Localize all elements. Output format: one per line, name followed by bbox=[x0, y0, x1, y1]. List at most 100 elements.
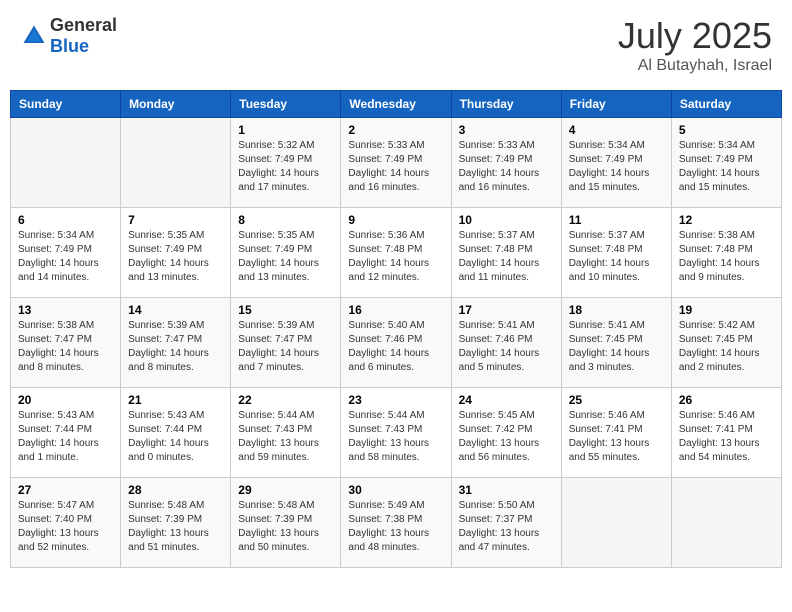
day-info: Sunrise: 5:42 AMSunset: 7:45 PMDaylight:… bbox=[679, 320, 760, 373]
weekday-header-wednesday: Wednesday bbox=[341, 91, 451, 118]
day-info: Sunrise: 5:39 AMSunset: 7:47 PMDaylight:… bbox=[128, 320, 209, 373]
day-info: Sunrise: 5:37 AMSunset: 7:48 PMDaylight:… bbox=[569, 230, 650, 283]
day-number: 16 bbox=[348, 303, 443, 317]
day-number: 26 bbox=[679, 393, 774, 407]
calendar-week-row: 20 Sunrise: 5:43 AMSunset: 7:44 PMDayligh… bbox=[11, 388, 782, 478]
weekday-header-monday: Monday bbox=[121, 91, 231, 118]
day-number: 4 bbox=[569, 123, 664, 137]
day-info: Sunrise: 5:33 AMSunset: 7:49 PMDaylight:… bbox=[348, 140, 429, 193]
calendar-cell: 18Sunrise: 5:41 AMSunset: 7:45 PMDayligh… bbox=[561, 298, 671, 388]
calendar-cell: 20 Sunrise: 5:43 AMSunset: 7:44 PMDayligh… bbox=[11, 388, 121, 478]
day-info: Sunrise: 5:49 AMSunset: 7:38 PMDaylight:… bbox=[348, 500, 429, 553]
day-info: Sunrise: 5:33 AMSunset: 7:49 PMDaylight:… bbox=[459, 140, 540, 193]
day-number: 19 bbox=[679, 303, 774, 317]
calendar-cell: 7 Sunrise: 5:35 AMSunset: 7:49 PMDaylight… bbox=[121, 208, 231, 298]
calendar-cell bbox=[671, 478, 781, 568]
calendar-cell: 17 Sunrise: 5:41 AMSunset: 7:46 PMDayligh… bbox=[451, 298, 561, 388]
day-number: 11 bbox=[569, 213, 664, 227]
calendar-table: SundayMondayTuesdayWednesdayThursdayFrid… bbox=[10, 90, 782, 568]
day-number: 29 bbox=[238, 483, 333, 497]
day-info: Sunrise: 5:34 AMSunset: 7:49 PMDaylight:… bbox=[18, 230, 99, 283]
day-info: Sunrise: 5:50 AMSunset: 7:37 PMDaylight:… bbox=[459, 500, 540, 553]
day-number: 1 bbox=[238, 123, 333, 137]
calendar-cell: 31 Sunrise: 5:50 AMSunset: 7:37 PMDayligh… bbox=[451, 478, 561, 568]
calendar-cell: 5Sunrise: 5:34 AMSunset: 7:49 PMDaylight… bbox=[671, 118, 781, 208]
day-number: 17 bbox=[459, 303, 554, 317]
calendar-week-row: 27 Sunrise: 5:47 AMSunset: 7:40 PMDayligh… bbox=[11, 478, 782, 568]
day-number: 3 bbox=[459, 123, 554, 137]
weekday-header-thursday: Thursday bbox=[451, 91, 561, 118]
day-number: 7 bbox=[128, 213, 223, 227]
day-info: Sunrise: 5:40 AMSunset: 7:46 PMDaylight:… bbox=[348, 320, 429, 373]
day-info: Sunrise: 5:34 AMSunset: 7:49 PMDaylight:… bbox=[569, 140, 650, 193]
calendar-cell: 21 Sunrise: 5:43 AMSunset: 7:44 PMDayligh… bbox=[121, 388, 231, 478]
day-info: Sunrise: 5:41 AMSunset: 7:46 PMDaylight:… bbox=[459, 320, 540, 373]
calendar-cell: 13 Sunrise: 5:38 AMSunset: 7:47 PMDayligh… bbox=[11, 298, 121, 388]
day-number: 21 bbox=[128, 393, 223, 407]
day-number: 2 bbox=[348, 123, 443, 137]
calendar-cell: 22Sunrise: 5:44 AMSunset: 7:43 PMDayligh… bbox=[231, 388, 341, 478]
day-number: 18 bbox=[569, 303, 664, 317]
day-info: Sunrise: 5:44 AMSunset: 7:43 PMDaylight:… bbox=[348, 410, 429, 463]
calendar-cell bbox=[11, 118, 121, 208]
calendar-cell bbox=[121, 118, 231, 208]
calendar-cell: 23 Sunrise: 5:44 AMSunset: 7:43 PMDayligh… bbox=[341, 388, 451, 478]
day-number: 6 bbox=[18, 213, 113, 227]
calendar-cell: 19 Sunrise: 5:42 AMSunset: 7:45 PMDayligh… bbox=[671, 298, 781, 388]
day-info: Sunrise: 5:35 AMSunset: 7:49 PMDaylight:… bbox=[238, 230, 319, 283]
day-info: Sunrise: 5:38 AMSunset: 7:47 PMDaylight:… bbox=[18, 320, 99, 373]
day-info: Sunrise: 5:43 AMSunset: 7:44 PMDaylight:… bbox=[18, 410, 99, 463]
day-info: Sunrise: 5:43 AMSunset: 7:44 PMDaylight:… bbox=[128, 410, 209, 463]
calendar-week-row: 13 Sunrise: 5:38 AMSunset: 7:47 PMDayligh… bbox=[11, 298, 782, 388]
calendar-cell: 6 Sunrise: 5:34 AMSunset: 7:49 PMDaylight… bbox=[11, 208, 121, 298]
day-number: 9 bbox=[348, 213, 443, 227]
month-year-title: July 2025 bbox=[618, 15, 772, 57]
day-info: Sunrise: 5:44 AMSunset: 7:43 PMDaylight:… bbox=[238, 410, 319, 463]
weekday-header-row: SundayMondayTuesdayWednesdayThursdayFrid… bbox=[11, 91, 782, 118]
calendar-week-row: 1 Sunrise: 5:32 AMSunset: 7:49 PMDaylight… bbox=[11, 118, 782, 208]
weekday-header-sunday: Sunday bbox=[11, 91, 121, 118]
weekday-header-friday: Friday bbox=[561, 91, 671, 118]
calendar-cell: 12Sunrise: 5:38 AMSunset: 7:48 PMDayligh… bbox=[671, 208, 781, 298]
logo-icon bbox=[20, 22, 48, 50]
calendar-body: 1 Sunrise: 5:32 AMSunset: 7:49 PMDaylight… bbox=[11, 118, 782, 568]
day-info: Sunrise: 5:36 AMSunset: 7:48 PMDaylight:… bbox=[348, 230, 429, 283]
day-number: 15 bbox=[238, 303, 333, 317]
day-number: 25 bbox=[569, 393, 664, 407]
day-info: Sunrise: 5:46 AMSunset: 7:41 PMDaylight:… bbox=[569, 410, 650, 463]
day-info: Sunrise: 5:37 AMSunset: 7:48 PMDaylight:… bbox=[459, 230, 540, 283]
day-number: 24 bbox=[459, 393, 554, 407]
day-info: Sunrise: 5:32 AMSunset: 7:49 PMDaylight:… bbox=[238, 140, 319, 193]
logo-general-text: General bbox=[50, 15, 117, 35]
page-header: General Blue July 2025 Al Butayhah, Isra… bbox=[10, 10, 782, 80]
day-info: Sunrise: 5:35 AMSunset: 7:49 PMDaylight:… bbox=[128, 230, 209, 283]
day-number: 23 bbox=[348, 393, 443, 407]
day-number: 13 bbox=[18, 303, 113, 317]
calendar-cell: 28Sunrise: 5:48 AMSunset: 7:39 PMDayligh… bbox=[121, 478, 231, 568]
calendar-cell bbox=[561, 478, 671, 568]
day-info: Sunrise: 5:47 AMSunset: 7:40 PMDaylight:… bbox=[18, 500, 99, 553]
day-info: Sunrise: 5:48 AMSunset: 7:39 PMDaylight:… bbox=[238, 500, 319, 553]
day-number: 20 bbox=[18, 393, 113, 407]
day-info: Sunrise: 5:38 AMSunset: 7:48 PMDaylight:… bbox=[679, 230, 760, 283]
day-number: 31 bbox=[459, 483, 554, 497]
logo-blue-text: Blue bbox=[50, 36, 89, 56]
day-info: Sunrise: 5:45 AMSunset: 7:42 PMDaylight:… bbox=[459, 410, 540, 463]
day-info: Sunrise: 5:46 AMSunset: 7:41 PMDaylight:… bbox=[679, 410, 760, 463]
day-number: 5 bbox=[679, 123, 774, 137]
day-number: 10 bbox=[459, 213, 554, 227]
day-number: 14 bbox=[128, 303, 223, 317]
calendar-cell: 9 Sunrise: 5:36 AMSunset: 7:48 PMDaylight… bbox=[341, 208, 451, 298]
calendar-cell: 24 Sunrise: 5:45 AMSunset: 7:42 PMDayligh… bbox=[451, 388, 561, 478]
day-number: 27 bbox=[18, 483, 113, 497]
weekday-header-saturday: Saturday bbox=[671, 91, 781, 118]
calendar-cell: 8Sunrise: 5:35 AMSunset: 7:49 PMDaylight… bbox=[231, 208, 341, 298]
location-subtitle: Al Butayhah, Israel bbox=[618, 57, 772, 75]
day-number: 30 bbox=[348, 483, 443, 497]
calendar-cell: 15Sunrise: 5:39 AMSunset: 7:47 PMDayligh… bbox=[231, 298, 341, 388]
day-info: Sunrise: 5:48 AMSunset: 7:39 PMDaylight:… bbox=[128, 500, 209, 553]
calendar-cell: 1 Sunrise: 5:32 AMSunset: 7:49 PMDaylight… bbox=[231, 118, 341, 208]
calendar-week-row: 6 Sunrise: 5:34 AMSunset: 7:49 PMDaylight… bbox=[11, 208, 782, 298]
calendar-cell: 30 Sunrise: 5:49 AMSunset: 7:38 PMDayligh… bbox=[341, 478, 451, 568]
calendar-cell: 2 Sunrise: 5:33 AMSunset: 7:49 PMDaylight… bbox=[341, 118, 451, 208]
